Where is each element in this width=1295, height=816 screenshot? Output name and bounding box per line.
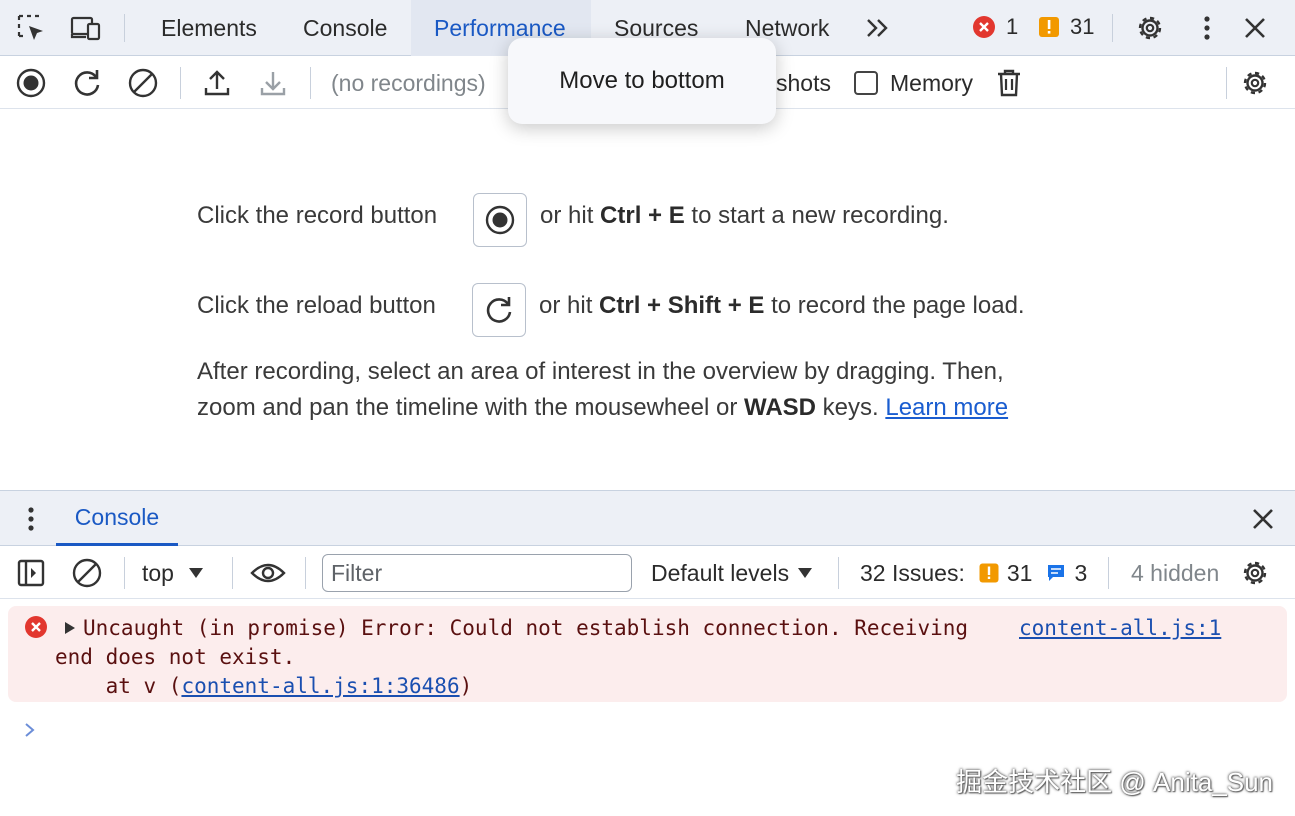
stack-prefix: at v ( — [55, 674, 182, 698]
recordings-dropdown[interactable]: (no recordings) — [331, 57, 486, 109]
trash-icon[interactable] — [991, 65, 1027, 101]
warnings-count: 31 — [1070, 14, 1095, 39]
error-icon — [972, 15, 996, 39]
console-settings-gear-icon[interactable] — [1237, 555, 1273, 591]
info-message-icon — [1046, 563, 1066, 583]
drawer-header: Console — [0, 490, 1295, 546]
log-levels-dropdown[interactable]: Default levels — [651, 547, 813, 599]
context-value: top — [142, 559, 174, 586]
reload-shortcut: Ctrl + Shift + E — [599, 292, 765, 319]
wasd-keys: WASD — [743, 394, 816, 421]
expand-triangle-icon[interactable] — [64, 621, 76, 635]
errors-count: 1 — [1006, 14, 1019, 39]
divider — [180, 67, 181, 99]
warning-icon — [1038, 16, 1060, 38]
divider — [1226, 67, 1227, 99]
hidden-count: 4 hidden — [1131, 559, 1220, 586]
record-button[interactable] — [473, 193, 527, 247]
levels-value: Default levels — [651, 559, 790, 586]
issues-info-count: 3 — [1074, 559, 1088, 586]
divider — [1112, 14, 1113, 42]
divider — [1108, 557, 1109, 589]
errors-badge[interactable]: 1 — [972, 14, 1018, 40]
divider — [310, 67, 311, 99]
drawer-tab-console[interactable]: Console — [56, 491, 178, 546]
or-hit-text: or hit — [540, 202, 594, 229]
live-expression-eye-icon[interactable] — [250, 555, 286, 591]
console-error-message: Uncaught (in promise) Error: Could not e… — [8, 606, 1287, 702]
move-to-bottom-menu-item[interactable]: Move to bottom — [508, 38, 776, 124]
record-icon — [485, 205, 515, 235]
after-recording-text-line2: zoom and pan the timeline with the mouse… — [197, 394, 1008, 422]
tab-elements[interactable]: Elements — [138, 0, 280, 56]
divider — [838, 557, 839, 589]
tab-context-menu: Move to bottom — [508, 38, 776, 124]
reload-instruction: Click the reload button — [197, 292, 436, 320]
issues-label: 32 Issues: — [860, 559, 965, 586]
capture-settings-gear-icon[interactable] — [1237, 65, 1273, 101]
close-devtools-icon[interactable] — [1237, 10, 1273, 46]
inspect-element-icon[interactable] — [13, 10, 49, 46]
screenshots-label[interactable]: shots — [776, 57, 831, 109]
reload-line-prefix: Click the reload button — [197, 292, 436, 319]
clear-console-icon[interactable] — [69, 555, 105, 591]
record-line-prefix: Click the record button — [197, 202, 438, 229]
stack-trace-link[interactable]: content-all.js:1:36486 — [181, 674, 459, 698]
sidebar-toggle-icon[interactable] — [13, 555, 49, 591]
dropdown-arrow-icon — [188, 567, 204, 579]
after-recording-text-line1: After recording, select an area of inter… — [197, 358, 1004, 385]
or-hit-text: or hit — [539, 292, 593, 319]
record-instruction: Click the record button — [197, 202, 437, 230]
close-drawer-icon[interactable] — [1245, 501, 1281, 537]
console-prompt-chevron-icon[interactable] — [22, 718, 38, 742]
load-profile-upload-icon[interactable] — [199, 65, 235, 101]
divider — [124, 14, 125, 42]
after-line-2-suffix: keys. — [822, 394, 879, 421]
issues-counter[interactable]: 32 Issues: 31 3 — [860, 547, 1087, 599]
record-icon[interactable] — [13, 65, 49, 101]
divider — [124, 557, 125, 589]
learn-more-link[interactable]: Learn more — [885, 394, 1008, 421]
record-line-suffix: to start a new recording. — [691, 202, 949, 229]
after-line-2-prefix: zoom and pan the timeline with the mouse… — [197, 394, 738, 421]
memory-checkbox[interactable] — [848, 65, 884, 101]
watermark: 掘金技术社区 @ Anita_Sun — [956, 767, 1273, 797]
record-shortcut: Ctrl + E — [600, 202, 685, 229]
context-selector[interactable]: top — [142, 547, 204, 599]
reload-line-suffix: to record the page load. — [771, 292, 1025, 319]
drawer-menu-kebab-icon[interactable] — [13, 501, 49, 537]
divider — [305, 557, 306, 589]
stack-suffix: ) — [459, 674, 473, 698]
record-shortcut-text: or hit Ctrl + E to start a new recording… — [540, 202, 949, 230]
filter-input[interactable] — [322, 554, 632, 592]
error-stack-line: at v (content-all.js:1:36486) — [55, 674, 473, 698]
clear-icon[interactable] — [125, 65, 161, 101]
error-icon — [24, 615, 48, 639]
more-options-kebab-icon[interactable] — [1189, 10, 1225, 46]
reload-button[interactable] — [472, 283, 526, 337]
error-source-link[interactable]: content-all.js:1 — [1019, 616, 1221, 640]
reload-icon — [486, 297, 512, 323]
error-text-line1: Uncaught (in promise) Error: Could not e… — [83, 616, 969, 640]
device-toolbar-icon[interactable] — [68, 10, 104, 46]
source-link-text[interactable]: content-all.js:1 — [1019, 616, 1221, 640]
settings-gear-icon[interactable] — [1132, 10, 1168, 46]
save-profile-download-icon[interactable] — [255, 65, 291, 101]
dropdown-arrow-icon — [797, 567, 813, 579]
memory-label: Memory — [890, 69, 974, 96]
reload-record-icon[interactable] — [69, 65, 105, 101]
issues-warnings-count: 31 — [1006, 559, 1033, 586]
divider — [232, 557, 233, 589]
console-toolbar: top Default levels 32 Issues: 31 — [0, 547, 1295, 599]
more-tabs-chevron-icon[interactable] — [860, 10, 896, 46]
warning-icon — [979, 563, 999, 583]
error-text-line2: end does not exist. — [55, 645, 296, 669]
tab-console[interactable]: Console — [280, 0, 410, 56]
reload-shortcut-text: or hit Ctrl + Shift + E to record the pa… — [539, 292, 1025, 320]
warnings-badge[interactable]: 31 — [1038, 14, 1094, 40]
